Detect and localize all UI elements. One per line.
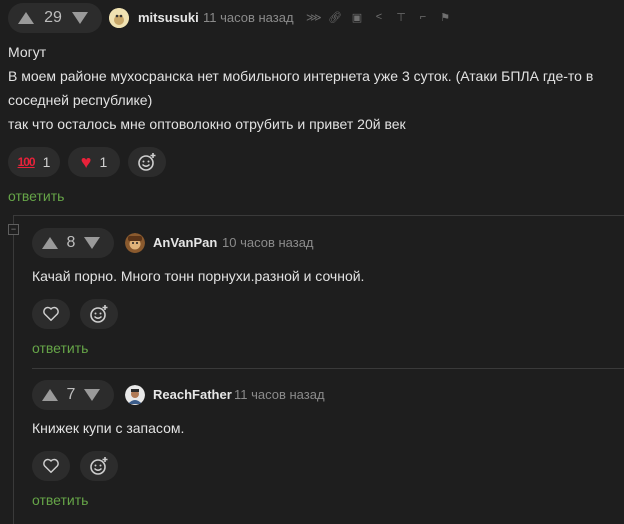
downvote-arrow-icon[interactable] [72,12,88,24]
reply-link[interactable]: ответить [8,188,64,204]
avatar[interactable] [109,8,129,28]
vote-widget: 8 [32,228,114,258]
avatar[interactable] [125,233,145,253]
heart-outline-icon [43,306,59,322]
reply-link[interactable]: ответить [32,340,88,356]
timestamp[interactable]: 11 часов назад [203,10,294,25]
reaction-heart-button[interactable]: ♥ 1 [68,147,120,177]
rating-count: 8 [66,234,76,251]
share-icon[interactable]: < [372,11,386,24]
comment-toolbar: ⋙ 🔗︎ ▣ < ⊤ ⌐ ⚑ [306,11,452,24]
rating-count: 29 [44,9,62,26]
timestamp[interactable]: 11 часов назад [234,387,325,402]
reply-link[interactable]: ответить [32,492,88,508]
comment-text-line: Качай порно. Много тонн порнухи.разной и… [32,268,365,284]
flag-icon[interactable]: ⚑ [438,11,452,24]
collapse-thread-button[interactable]: − [8,224,19,235]
author-name[interactable]: ReachFather [153,387,232,402]
heart-outline-icon [43,458,59,474]
link-icon[interactable]: 🔗︎ [328,11,342,24]
avatar[interactable] [125,385,145,405]
smile-plus-icon [138,153,156,171]
branch-icon[interactable]: ⌐ [416,11,430,24]
add-reaction-button[interactable] [128,147,166,177]
save-icon[interactable]: ▣ [350,11,364,24]
rating-count: 7 [66,386,76,403]
reaction-hundred-button[interactable]: 100 1 [8,147,60,177]
comment-text-line: соседней республике) [8,92,153,108]
reaction-count: 1 [42,154,51,170]
vote-widget: 29 [8,3,102,33]
thread-line [13,215,14,524]
heart-icon: ♥ [80,151,92,172]
subscribe-icon[interactable]: ⋙ [306,11,322,24]
comment-text-line: так что осталось мне оптоволокно отрубит… [8,116,406,132]
smile-plus-icon [90,305,108,323]
comment-text-line: В моем районе мухосранска нет мобильного… [8,68,594,84]
like-button[interactable] [32,451,70,481]
add-reaction-button[interactable] [80,299,118,329]
pin-icon[interactable]: ⊤ [394,11,408,24]
comment-text-line: Книжек купи с запасом. [32,420,185,436]
thread-divider [32,368,624,369]
reaction-count: 1 [99,154,108,170]
timestamp[interactable]: 10 часов назад [222,235,314,250]
smile-plus-icon [90,457,108,475]
vote-widget: 7 [32,380,114,410]
add-reaction-button[interactable] [80,451,118,481]
author-name[interactable]: mitsusuki [138,10,199,25]
upvote-arrow-icon[interactable] [42,389,58,401]
comment-text-line: Могут [8,44,47,60]
thread-divider [13,215,624,216]
author-name[interactable]: AnVanPan [153,235,217,250]
upvote-arrow-icon[interactable] [42,237,58,249]
upvote-arrow-icon[interactable] [18,12,34,24]
like-button[interactable] [32,299,70,329]
hundred-emoji-icon: 100 [17,155,36,169]
downvote-arrow-icon[interactable] [84,237,100,249]
downvote-arrow-icon[interactable] [84,389,100,401]
